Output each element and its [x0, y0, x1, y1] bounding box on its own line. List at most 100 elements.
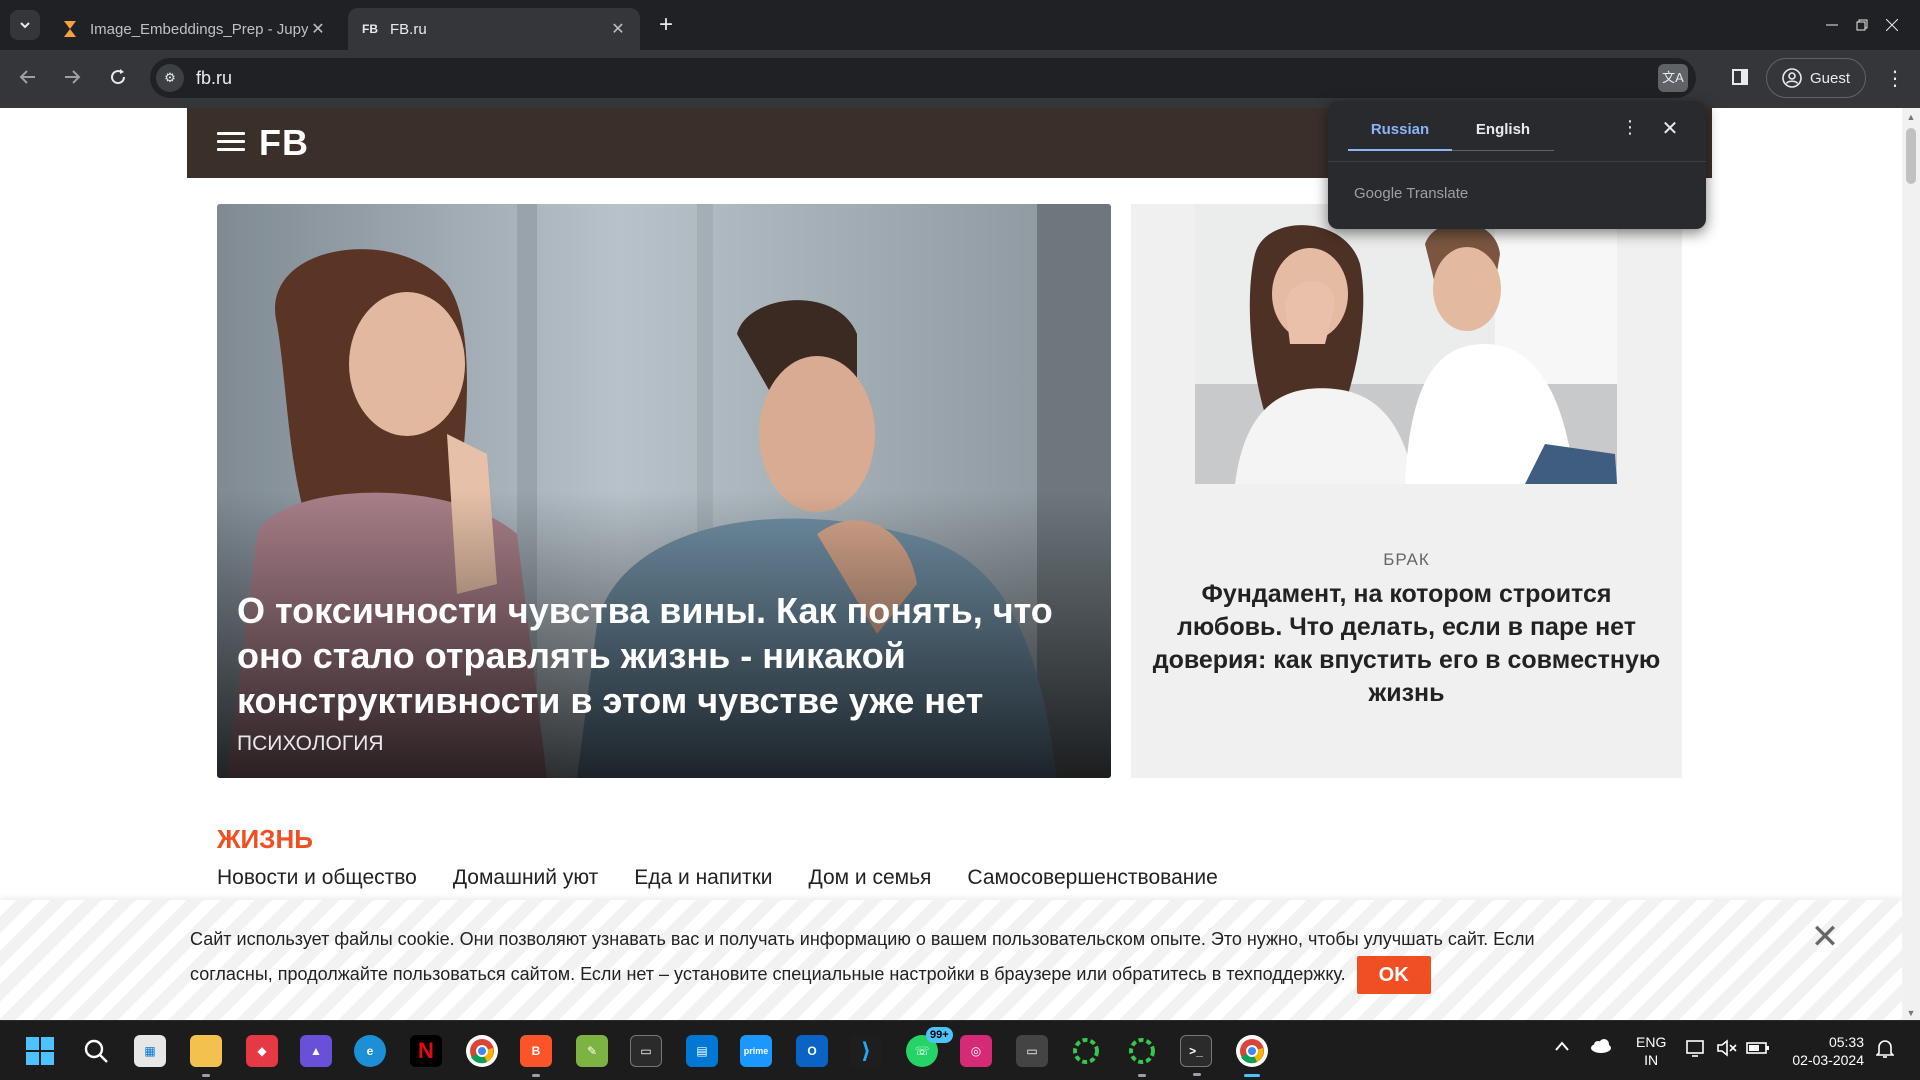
- close-icon: [1886, 19, 1898, 31]
- instagram-icon[interactable]: ◎: [960, 1035, 992, 1067]
- search-icon[interactable]: [80, 1035, 112, 1067]
- page-viewport: FB О токсичности чувства вины. Как понят…: [0, 108, 1920, 1020]
- app-window-icon[interactable]: ▭: [1016, 1035, 1048, 1067]
- app-ring-icon[interactable]: [1070, 1035, 1102, 1067]
- app-green-icon[interactable]: ✎: [576, 1035, 608, 1067]
- section-title[interactable]: ЖИЗНЬ: [217, 824, 313, 855]
- new-tab-button[interactable]: +: [652, 12, 680, 40]
- notification-badge: 99+: [926, 1027, 953, 1043]
- subnav-link[interactable]: Новости и общество: [217, 866, 417, 890]
- cookie-ok-button[interactable]: OK: [1356, 956, 1431, 994]
- close-icon[interactable]: ✕: [1656, 115, 1684, 143]
- forward-button[interactable]: [56, 64, 88, 96]
- brave-icon[interactable]: B: [520, 1035, 552, 1077]
- side-article-card[interactable]: БРАК Фундамент, на котором строится любо…: [1131, 204, 1682, 778]
- netflix-icon[interactable]: N: [410, 1035, 442, 1067]
- subnav-link[interactable]: Еда и напитки: [634, 866, 772, 890]
- file-explorer-icon[interactable]: [190, 1035, 222, 1077]
- cloud-icon[interactable]: [1590, 1039, 1612, 1056]
- clock-date: 02-03-2024: [1792, 1052, 1864, 1068]
- tab-fbru[interactable]: FB FB.ru ✕: [348, 8, 640, 50]
- hero-title[interactable]: О токсичности чувства вины. Как понять, …: [237, 588, 1057, 723]
- close-icon[interactable]: ✕: [608, 19, 628, 39]
- chevron-down-icon: [20, 22, 30, 29]
- more-options-icon[interactable]: ⋮: [1618, 117, 1642, 141]
- translate-source-tab[interactable]: Russian: [1348, 121, 1452, 151]
- browser-toolbar: ⚙ fb.ru 文A Guest ⋮: [0, 50, 1920, 108]
- app-blue-icon[interactable]: ▤: [686, 1035, 718, 1067]
- chrome-active-icon[interactable]: [1236, 1035, 1268, 1077]
- url-text[interactable]: fb.ru: [196, 68, 232, 89]
- profile-button[interactable]: Guest: [1766, 58, 1866, 98]
- side-panel-icon[interactable]: [1725, 64, 1755, 94]
- tab-title: FB.ru: [390, 20, 427, 38]
- person-icon: [1782, 68, 1802, 88]
- site-container: FB О токсичности чувства вины. Как понят…: [187, 108, 1712, 1020]
- subnav-link[interactable]: Самосовершенствование: [967, 866, 1217, 890]
- battery-icon[interactable]: [1746, 1039, 1770, 1060]
- more-menu-icon[interactable]: ⋮: [1880, 64, 1910, 94]
- hourglass-icon: [60, 19, 80, 39]
- network-icon[interactable]: [1686, 1039, 1708, 1060]
- clock[interactable]: 05:33 02-03-2024: [1788, 1033, 1864, 1069]
- card-title[interactable]: Фундамент, на котором строится любовь. Ч…: [1149, 578, 1664, 710]
- fb-favicon: FB: [362, 22, 378, 36]
- divider: [1328, 161, 1706, 162]
- card-photo: [1195, 204, 1617, 484]
- arrow-right-icon: [65, 70, 81, 84]
- app-red-icon[interactable]: ◆: [246, 1035, 278, 1067]
- scroll-thumb[interactable]: [1906, 128, 1916, 184]
- reload-icon: [111, 69, 126, 85]
- address-bar[interactable]: ⚙ fb.ru 文A: [150, 58, 1696, 98]
- translate-popup: Russian English ⋮ ✕ Google Translate: [1328, 101, 1706, 229]
- close-window-button[interactable]: [1864, 0, 1920, 50]
- edge-icon[interactable]: e: [354, 1035, 386, 1067]
- page-scrollbar[interactable]: ▲ ▼: [1902, 108, 1920, 1020]
- back-button[interactable]: [12, 64, 44, 96]
- arrow-left-icon: [19, 70, 35, 84]
- hamburger-menu-icon[interactable]: [217, 132, 245, 152]
- prime-video-icon[interactable]: prime: [740, 1035, 772, 1067]
- close-icon[interactable]: ✕: [308, 19, 328, 39]
- vscode-icon[interactable]: ⟩: [850, 1035, 882, 1067]
- google-translate-brand: Google Translate: [1354, 185, 1469, 202]
- clock-time: 05:33: [1828, 1034, 1864, 1050]
- notification-bell-icon[interactable]: [1875, 1039, 1895, 1062]
- volume-muted-icon[interactable]: [1716, 1039, 1738, 1060]
- cookie-text: Сайт использует файлы cookie. Они позвол…: [190, 929, 1535, 984]
- chrome-icon[interactable]: [466, 1035, 498, 1067]
- terminal-icon[interactable]: ▭: [630, 1035, 662, 1067]
- site-info-icon[interactable]: ⚙: [156, 64, 184, 92]
- lang-line-1: ENG: [1636, 1034, 1667, 1050]
- store-icon[interactable]: ▦: [134, 1035, 166, 1067]
- windows-taskbar: ▦ ◆ ▲ e N B ✎ ▭ ▤ prime O ⟩ ☏ 99+ ◎ ▭ >_ …: [0, 1020, 1920, 1080]
- cookie-banner: Сайт использует файлы cookie. Они позвол…: [0, 900, 1902, 1020]
- translate-icon[interactable]: 文A: [1658, 64, 1688, 92]
- tab-strip: Image_Embeddings_Prep - Jupy ✕ FB FB.ru …: [0, 0, 1920, 50]
- tab-search-button[interactable]: [10, 10, 40, 40]
- whatsapp-icon[interactable]: ☏ 99+: [906, 1027, 953, 1067]
- lang-line-2: IN: [1644, 1052, 1659, 1068]
- chevron-up-icon[interactable]: [1554, 1039, 1570, 1055]
- cmd-icon[interactable]: >_: [1180, 1035, 1212, 1076]
- tab-title: Image_Embeddings_Prep - Jupy: [90, 20, 308, 38]
- scroll-up-icon[interactable]: ▲: [1902, 110, 1920, 124]
- section-subnav: Новости и общество Домашний уют Еда и на…: [217, 866, 1218, 890]
- app-ring-icon-2[interactable]: [1126, 1035, 1158, 1077]
- hero-article[interactable]: О токсичности чувства вины. Как понять, …: [217, 204, 1111, 778]
- scroll-down-icon[interactable]: ▼: [1902, 1006, 1920, 1020]
- reload-button[interactable]: [102, 64, 134, 96]
- profile-label: Guest: [1809, 69, 1851, 87]
- hero-category[interactable]: ПСИХОЛОГИЯ: [237, 732, 384, 756]
- subnav-link[interactable]: Домашний уют: [453, 866, 598, 890]
- windows-start-icon[interactable]: [24, 1035, 56, 1067]
- site-logo[interactable]: FB: [259, 122, 309, 164]
- translate-target-tab[interactable]: English: [1452, 121, 1554, 151]
- subnav-link[interactable]: Дом и семья: [809, 866, 932, 890]
- language-indicator[interactable]: ENG IN: [1636, 1033, 1666, 1069]
- card-category[interactable]: БРАК: [1131, 550, 1682, 570]
- app-purple-icon[interactable]: ▲: [300, 1035, 332, 1067]
- tab-jupyter[interactable]: Image_Embeddings_Prep - Jupy ✕: [48, 8, 340, 50]
- outlook-icon[interactable]: O: [796, 1035, 828, 1067]
- close-icon[interactable]: ✕: [1810, 920, 1840, 954]
